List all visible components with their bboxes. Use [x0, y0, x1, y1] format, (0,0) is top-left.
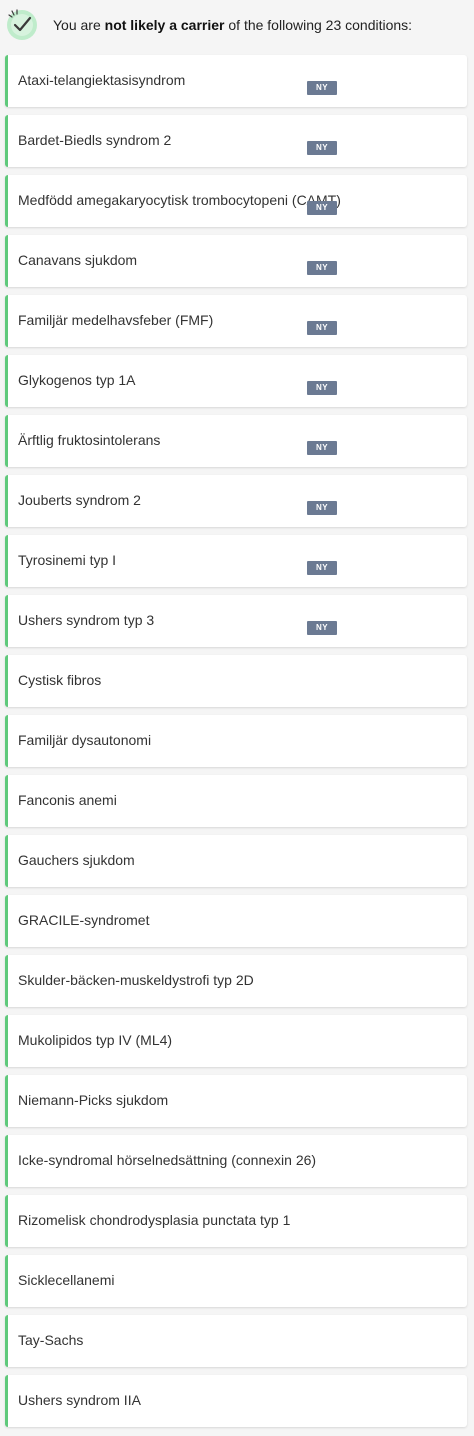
condition-card[interactable]: Jouberts syndrom 2 NY — [5, 475, 467, 527]
condition-card[interactable]: Ärftlig fruktosintolerans NY — [5, 415, 467, 467]
condition-name: Sicklecellanemi — [18, 1272, 115, 1288]
condition-name: Rizomelisk chondrodysplasia punctata typ… — [18, 1212, 291, 1228]
condition-name: Ushers syndrom IIA — [18, 1392, 141, 1408]
new-badge: NY — [307, 621, 337, 635]
summary-emphasis: not likely a carrier — [104, 17, 225, 33]
condition-card[interactable]: Niemann-Picks sjukdom — [5, 1075, 467, 1127]
condition-card[interactable]: Ataxi-telangiektasisyndrom NY — [5, 55, 467, 107]
condition-name: Niemann-Picks sjukdom — [18, 1092, 169, 1108]
condition-card[interactable]: Bardet-Biedls syndrom 2 NY — [5, 115, 467, 167]
condition-list: Ataxi-telangiektasisyndrom NY Bardet-Biedl… — [5, 55, 467, 1435]
new-badge: NY — [307, 321, 337, 335]
results-header: You are not likely a carrier of the foll… — [0, 0, 474, 50]
results-summary: You are not likely a carrier of the foll… — [53, 17, 412, 33]
new-badge: NY — [307, 501, 337, 515]
condition-name: Jouberts syndrom 2 — [18, 492, 141, 508]
condition-name: Familjär dysautonomi — [18, 732, 152, 748]
condition-name: Ushers syndrom typ 3 — [18, 612, 155, 628]
condition-name: Ataxi-telangiektasisyndrom — [18, 72, 186, 88]
condition-card[interactable]: Skulder-bäcken-muskeldystrofi typ 2D — [5, 955, 467, 1007]
new-badge: NY — [307, 201, 337, 215]
condition-card[interactable]: Fanconis anemi — [5, 775, 467, 827]
condition-name: Tay-Sachs — [18, 1332, 84, 1348]
condition-name: GRACILE-syndromet — [18, 912, 150, 928]
condition-name: Fanconis anemi — [18, 792, 117, 808]
condition-card[interactable]: Cystisk fibros — [5, 655, 467, 707]
condition-name: Cystisk fibros — [18, 672, 102, 688]
condition-name: Medfödd amegakaryocytisk trombocytopeni … — [18, 192, 341, 208]
condition-card[interactable]: Familjär dysautonomi — [5, 715, 467, 767]
condition-card[interactable]: Rizomelisk chondrodysplasia punctata typ… — [5, 1195, 467, 1247]
summary-suffix: of the following 23 conditions: — [224, 17, 413, 33]
condition-name: Gauchers sjukdom — [18, 852, 135, 868]
condition-card[interactable]: Glykogenos typ 1A NY — [5, 355, 467, 407]
condition-name: Ärftlig fruktosintolerans — [18, 432, 161, 448]
condition-name: Tyrosinemi typ I — [18, 552, 117, 568]
condition-name: Familjär medelhavsfeber (FMF) — [18, 312, 214, 328]
condition-card[interactable]: Mukolipidos typ IV (ML4) — [5, 1015, 467, 1067]
new-badge: NY — [307, 441, 337, 455]
condition-card[interactable]: GRACILE-syndromet — [5, 895, 467, 947]
condition-name: Skulder-bäcken-muskeldystrofi typ 2D — [18, 972, 254, 988]
condition-name: Glykogenos typ 1A — [18, 372, 136, 388]
checkmark-circle-icon — [6, 9, 38, 41]
condition-name: Icke-syndromal hörselnedsättning (connex… — [18, 1152, 317, 1168]
condition-card[interactable]: Tyrosinemi typ I NY — [5, 535, 467, 587]
condition-card[interactable]: Canavans sjukdom NY — [5, 235, 467, 287]
condition-name: Bardet-Biedls syndrom 2 — [18, 132, 172, 148]
condition-card[interactable]: Gauchers sjukdom — [5, 835, 467, 887]
new-badge: NY — [307, 561, 337, 575]
summary-prefix: You are — [53, 17, 105, 33]
new-badge: NY — [307, 141, 337, 155]
condition-card[interactable]: Icke-syndromal hörselnedsättning (connex… — [5, 1135, 467, 1187]
new-badge: NY — [307, 261, 337, 275]
condition-card[interactable]: Sicklecellanemi — [5, 1255, 467, 1307]
condition-card[interactable]: Ushers syndrom typ 3 NY — [5, 595, 467, 647]
new-badge: NY — [307, 381, 337, 395]
new-badge: NY — [307, 81, 337, 95]
condition-card[interactable]: Tay-Sachs — [5, 1315, 467, 1367]
condition-card[interactable]: Familjär medelhavsfeber (FMF) NY — [5, 295, 467, 347]
condition-name: Mukolipidos typ IV (ML4) — [18, 1032, 173, 1048]
condition-card[interactable]: Medfödd amegakaryocytisk trombocytopeni … — [5, 175, 467, 227]
condition-name: Canavans sjukdom — [18, 252, 138, 268]
condition-card[interactable]: Ushers syndrom IIA — [5, 1375, 467, 1427]
